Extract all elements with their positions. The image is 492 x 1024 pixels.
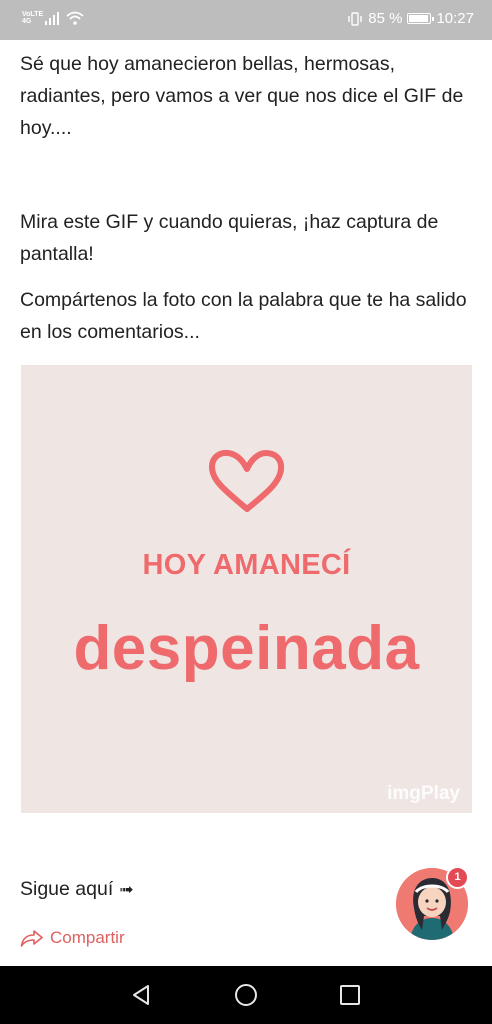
share-label: Compartir bbox=[50, 928, 125, 947]
heart-icon bbox=[209, 449, 285, 512]
clock: 10:27 bbox=[436, 10, 474, 27]
recent-apps-icon[interactable] bbox=[338, 983, 362, 1007]
follow-label: Sigue aquí bbox=[20, 878, 114, 900]
imgplay-watermark: imgPlay bbox=[387, 783, 460, 804]
home-icon[interactable] bbox=[234, 983, 258, 1007]
back-icon[interactable] bbox=[129, 983, 153, 1007]
status-left: VoLTE 4G bbox=[22, 11, 84, 25]
status-right: 85 % 10:27 bbox=[347, 10, 474, 27]
gif-image[interactable]: HOY AMANECÍ despeinada imgPlay bbox=[21, 365, 472, 813]
paragraph-intro: Sé que hoy amanecieron bellas, hermosas,… bbox=[20, 53, 464, 139]
right-arrow-icon: ➟ bbox=[119, 879, 134, 899]
battery-icon bbox=[407, 13, 435, 24]
paragraph-share-prompt: Compártenos la foto con la palabra que t… bbox=[20, 289, 467, 343]
gif-caption-word: despeinada bbox=[73, 614, 420, 683]
navigation-bar bbox=[0, 966, 492, 1024]
battery-percent: 85 % bbox=[368, 10, 403, 27]
follow-link[interactable]: Sigue aquí ➟ bbox=[20, 878, 134, 901]
paragraph-instruction: Mira este GIF y cuando quieras, ¡haz cap… bbox=[20, 211, 439, 265]
wifi-icon bbox=[66, 11, 84, 25]
battery-fill bbox=[409, 15, 429, 22]
share-icon bbox=[20, 930, 43, 947]
signal-icon bbox=[45, 12, 59, 25]
notification-badge: 1 bbox=[446, 866, 469, 889]
share-button[interactable]: Compartir bbox=[20, 928, 125, 948]
status-bar: VoLTE 4G 85 % 10:27 bbox=[0, 0, 492, 40]
vibrate-icon bbox=[348, 11, 362, 26]
carrier-label: VoLTE 4G bbox=[22, 11, 44, 25]
gif-caption-top: HOY AMANECÍ bbox=[142, 549, 351, 581]
